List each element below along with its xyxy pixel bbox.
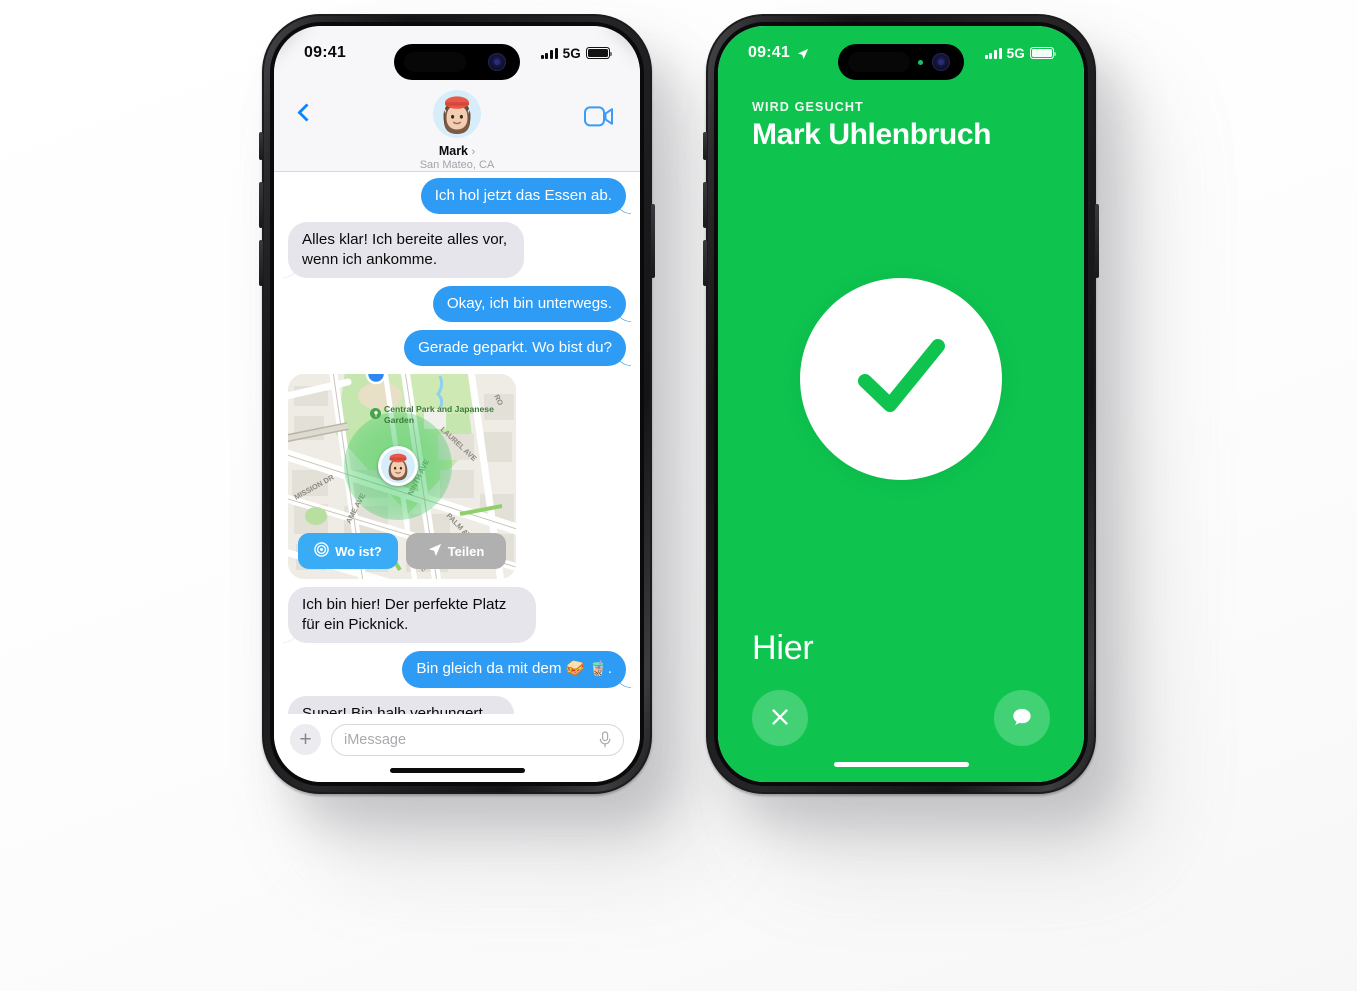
volume-down-button[interactable] [259, 240, 263, 286]
contact-name-row: Mark › [274, 144, 640, 158]
message-bubble-outgoing[interactable]: Ich hol jetzt das Essen ab. [420, 178, 626, 215]
find-my-center [718, 152, 1084, 629]
island-pill [848, 52, 910, 72]
microphone-icon[interactable] [599, 731, 611, 748]
findmy-target-icon [314, 542, 329, 560]
signal-bars-icon [540, 47, 558, 59]
message-bubble-incoming[interactable]: Super! Bin halb verhungert ... [288, 695, 514, 714]
silent-switch[interactable] [703, 132, 707, 160]
contact-location: San Mateo, CA [419, 159, 495, 171]
close-x-icon [769, 706, 791, 731]
volume-up-button[interactable] [259, 182, 263, 228]
network-label: 5G [562, 45, 581, 61]
home-indicator-left [274, 759, 640, 782]
message-button[interactable] [994, 690, 1050, 746]
memoji-avatar [433, 90, 481, 138]
message-bubble-incoming[interactable]: Ich bin hier! Der perfekte Platz für ein… [288, 587, 536, 644]
phone-right: 09:41 5G WIRD GESUCHT Mark Uhlenbruch Hi… [703, 14, 1099, 794]
page-root: 09:41 5G Mark › San Mateo, CA Ich hol je… [0, 0, 1357, 991]
message-composer: + [274, 713, 640, 760]
message-bubble-outgoing[interactable]: Gerade geparkt. Wo bist du? [404, 330, 626, 367]
right-screen: 09:41 5G WIRD GESUCHT Mark Uhlenbruch Hi… [718, 26, 1084, 782]
dynamic-island [838, 44, 964, 80]
volume-up-button[interactable] [703, 182, 707, 228]
park-poi-icon [370, 408, 381, 420]
contact-info[interactable]: Mark › San Mateo, CA [274, 90, 640, 171]
volume-down-button[interactable] [703, 240, 707, 286]
island-pill [404, 52, 466, 72]
location-arrow-icon [797, 47, 809, 60]
shared-location-map-card[interactable]: MISSION DR AME AVE NINTH AVE LAUREL AVE … [288, 374, 516, 580]
status-time: 09:41 [748, 44, 790, 61]
messages-app: 09:41 5G Mark › San Mateo, CA Ich hol je… [274, 26, 640, 782]
map-action-row: Wo ist? Teilen [298, 533, 506, 570]
message-row-map: MISSION DR AME AVE NINTH AVE LAUREL AVE … [288, 374, 626, 580]
home-indicator-right [718, 746, 1084, 782]
message-bubble-incoming[interactable]: Alles klar! Ich bereite alles vor, wenn … [288, 222, 524, 279]
power-button[interactable] [1095, 204, 1099, 278]
battery-icon [586, 47, 613, 59]
contact-name: Mark [438, 144, 469, 158]
message-row: Super! Bin halb verhungert ... [288, 695, 626, 714]
message-input[interactable] [344, 731, 599, 748]
find-my-button-label: Wo ist? [335, 543, 382, 559]
dynamic-island [394, 44, 520, 80]
message-row: Bin gleich da mit dem 🥪 🧋. [288, 651, 626, 688]
status-time-group: 09:41 [748, 44, 809, 62]
power-button[interactable] [651, 204, 655, 278]
message-row: Ich bin hier! Der perfekte Platz für ein… [288, 587, 626, 644]
front-camera-icon [932, 53, 950, 71]
find-my-kicker: WIRD GESUCHT [752, 100, 864, 114]
status-indicators: 5G [984, 45, 1057, 61]
silent-switch[interactable] [259, 132, 263, 160]
message-row: Ich hol jetzt das Essen ab. [288, 178, 626, 215]
find-my-button[interactable]: Wo ist? [298, 533, 398, 570]
map-poi-label: Central Park and Japanese Garden [384, 404, 494, 425]
share-button-label: Teilen [447, 543, 485, 559]
checkmark-icon [800, 277, 1002, 480]
close-button[interactable] [752, 690, 808, 746]
privacy-indicator-dot [918, 59, 923, 65]
network-label: 5G [1006, 45, 1025, 61]
plus-icon[interactable]: + [290, 724, 321, 756]
front-camera-icon [488, 53, 506, 71]
location-arrow-icon [428, 543, 442, 560]
message-row: Gerade geparkt. Wo bist du? [288, 330, 626, 367]
message-bubble-outgoing[interactable]: Bin gleich da mit dem 🥪 🧋. [402, 651, 626, 688]
find-my-person-name: Mark Uhlenbruch [752, 118, 992, 151]
message-row: Okay, ich bin unterwegs. [288, 286, 626, 323]
status-time-group: 09:41 [304, 44, 346, 62]
status-time: 09:41 [304, 44, 346, 61]
signal-bars-icon [984, 47, 1002, 59]
message-bubble-outgoing[interactable]: Okay, ich bin unterwegs. [432, 286, 626, 323]
battery-icon [1030, 47, 1057, 59]
left-screen: 09:41 5G Mark › San Mateo, CA Ich hol je… [274, 26, 640, 782]
find-my-app: 09:41 5G WIRD GESUCHT Mark Uhlenbruch Hi… [718, 26, 1084, 782]
message-bubble-icon [1010, 705, 1034, 732]
status-indicators: 5G [540, 45, 613, 61]
find-my-status-text: Hier [752, 629, 814, 667]
find-my-action-row [718, 668, 1084, 746]
contact-chevron-icon: › [471, 146, 476, 158]
message-thread[interactable]: Ich hol jetzt das Essen ab. Alles klar! … [274, 172, 640, 714]
message-row: Alles klar! Ich bereite alles vor, wenn … [288, 222, 626, 279]
phone-left: 09:41 5G Mark › San Mateo, CA Ich hol je… [259, 14, 655, 794]
share-location-button[interactable]: Teilen [406, 533, 506, 570]
imessage-field[interactable] [331, 723, 624, 756]
